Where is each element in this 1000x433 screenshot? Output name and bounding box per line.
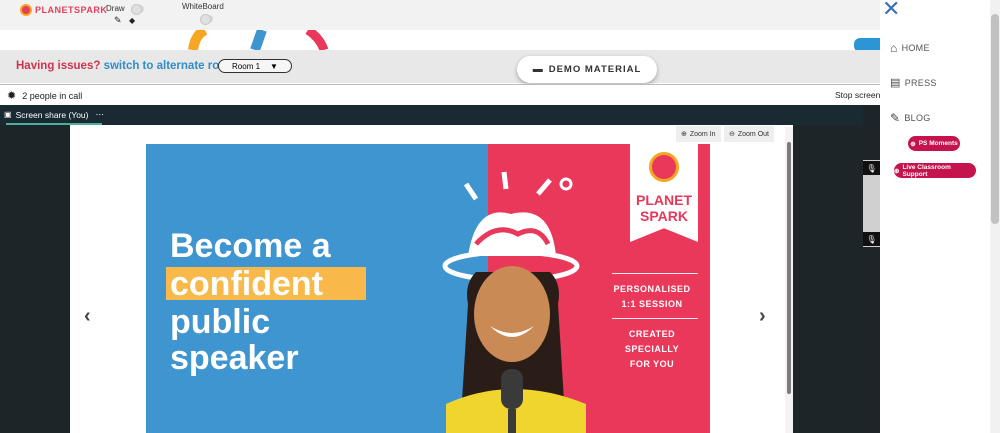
people-count: 2 people in call [22, 90, 83, 101]
side-text-2a: CREATED SPECIALLY [624, 329, 680, 354]
home-icon: ⌂ [890, 41, 898, 55]
demo-material-label: DEMO MATERIAL [548, 64, 642, 75]
issues-question: Having issues? [16, 60, 101, 72]
side-text-2: CREATED SPECIALLY FOR YOU [602, 327, 702, 372]
room-select-value: Room 1 [232, 61, 261, 71]
right-nav [880, 0, 990, 433]
room-select[interactable]: Room 1 ▼ [218, 59, 292, 73]
zoom-in-label: Zoom In [689, 130, 716, 138]
viewer-scrollbar-thumb[interactable] [787, 142, 791, 394]
ps-moments-label: PS Moments [918, 140, 958, 147]
dropdown-caret-icon: ▼ [270, 61, 278, 71]
decorative-arcs-icon [188, 30, 329, 50]
screen-icon: ▣ [4, 110, 12, 119]
gear-icon[interactable]: ✹ [7, 89, 16, 102]
whiteboard-label: WhiteBoard [182, 2, 224, 11]
more-options-icon[interactable]: ⋯ [96, 109, 105, 120]
badge-line-2: SPARK [640, 208, 688, 224]
nav-blog[interactable]: ✎ BLOG [890, 111, 931, 125]
divider [612, 318, 698, 319]
nav-home-label: HOME [901, 43, 930, 53]
pencil-icon[interactable]: ✎ [114, 15, 122, 26]
zoom-out-label: Zoom Out [737, 130, 769, 138]
nav-press[interactable]: ▤ PRESS [890, 76, 937, 89]
previous-slide-icon[interactable]: ‹ [84, 305, 91, 328]
logo-mark-icon [20, 4, 32, 16]
headline-line-2: confident [170, 265, 323, 303]
nav-blog-label: BLOG [904, 113, 931, 123]
badge-text: PLANET SPARK [630, 192, 698, 224]
badge-line-1: PLANET [636, 192, 692, 208]
background-decoration [0, 30, 880, 50]
plus-circle-icon: ⊕ [910, 140, 916, 148]
ps-moments-button[interactable]: ⊕ PS Moments [908, 136, 960, 151]
logo-text: PLANETSPARK [35, 5, 108, 15]
demo-material-button[interactable]: ▬ DEMO MATERIAL [517, 56, 657, 83]
close-icon[interactable]: ✕ [882, 0, 900, 22]
draw-label: Draw [106, 4, 125, 13]
zoom-out-icon: ⊖ [729, 131, 735, 138]
newspaper-icon: ▤ [890, 77, 901, 89]
zoom-in-button[interactable]: ⊕ Zoom In [676, 126, 721, 142]
nav-home[interactable]: ⌂ HOME [890, 41, 930, 55]
eraser-icon[interactable]: ◆ [129, 16, 135, 25]
zoom-in-icon: ⊕ [681, 131, 687, 138]
slide: Become a confident public speaker PLANET… [146, 144, 710, 433]
side-text-1b: 1:1 SESSION [621, 299, 683, 309]
planetspark-logo: PLANETSPARK [20, 2, 107, 18]
headline-line-1: Become a [170, 227, 331, 265]
whiteboard-toggle[interactable] [200, 14, 213, 25]
pencil-icon: ✎ [890, 111, 901, 125]
screenshare-tabbar [0, 105, 863, 125]
draw-toggle[interactable] [131, 4, 144, 15]
microphone-icon[interactable]: 🎙 [863, 232, 880, 246]
live-support-button[interactable]: ⊕ Live Classroom Support [894, 163, 976, 178]
plus-circle-icon: ⊕ [894, 167, 900, 175]
side-text-1: PERSONALISED 1:1 SESSION [602, 282, 702, 312]
divider [612, 273, 698, 274]
page-scrollbar-thumb[interactable] [991, 14, 999, 224]
screenshare-tab-label: Screen share (You) [15, 109, 89, 120]
zoom-out-button[interactable]: ⊖ Zoom Out [724, 126, 774, 142]
live-support-label: Live Classroom Support [902, 163, 951, 178]
stop-screen-button[interactable]: Stop screen [835, 90, 880, 100]
headline-line-4: speaker [170, 339, 299, 377]
folder-icon: ▬ [532, 64, 544, 75]
call-bar [0, 84, 880, 105]
nav-press-label: PRESS [904, 77, 937, 88]
switch-room-link[interactable]: switch to alternate room [104, 60, 237, 72]
microphone-icon[interactable]: 🎙 [863, 161, 880, 175]
screenshare-tab[interactable]: ▣ Screen share (You) ⋯ [4, 109, 104, 120]
next-slide-icon[interactable]: › [759, 305, 766, 328]
headline-line-3: public [170, 303, 271, 341]
side-text-1a: PERSONALISED [613, 284, 691, 294]
side-text-2b: FOR YOU [629, 359, 675, 369]
issues-message: Having issues? switch to alternate room [16, 60, 237, 72]
planetspark-mascot-icon [649, 152, 679, 182]
call-info: ✹ 2 people in call [7, 89, 82, 102]
